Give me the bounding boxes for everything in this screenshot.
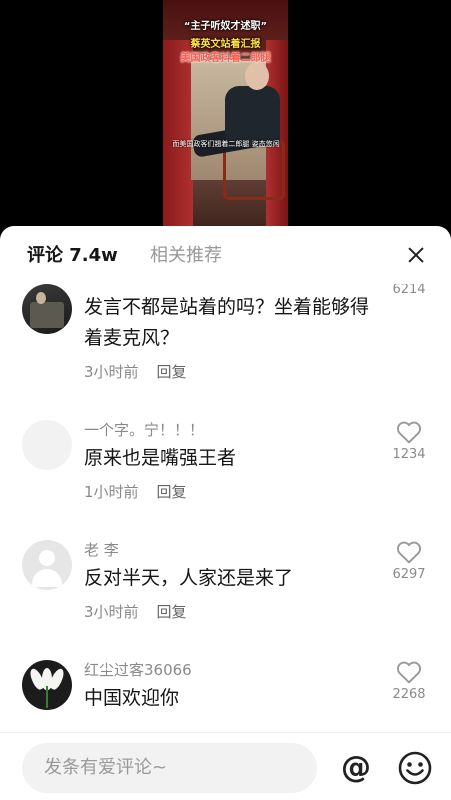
comment-text: 原来也是嘴强王者	[84, 447, 237, 469]
default-avatar-icon	[32, 569, 62, 587]
avatar[interactable]	[22, 284, 72, 334]
heart-icon	[396, 661, 422, 684]
close-icon[interactable]	[403, 242, 429, 268]
like-button[interactable]: 1234	[389, 420, 429, 462]
video-subtitle: 而美国政客们翘着二郎腿 姿态悠闲	[172, 140, 280, 148]
reply-button[interactable]: 回复	[157, 483, 187, 501]
avatar[interactable]	[22, 540, 72, 590]
avatar-photo-detail	[36, 292, 46, 304]
video-caption-line2: 蔡英文站着汇报	[190, 39, 261, 50]
video-caption-line1: “主子听奴才述职”	[183, 21, 268, 32]
emoji-icon[interactable]	[397, 750, 433, 786]
like-count: 2268	[392, 687, 426, 702]
reply-button[interactable]: 回复	[157, 363, 187, 381]
comments-panel: 评论 7.4w 相关推荐 发言不都是站着的吗？坐着能够得着麦克风？ 3小时前 回复…	[0, 226, 451, 800]
avatar[interactable]	[22, 420, 72, 470]
comment-username[interactable]: 一个字。宁！！！	[84, 420, 204, 440]
like-count: 6214	[392, 284, 426, 297]
video-player[interactable]: “主子听奴才述职” 蔡英文站着汇报 美国政客抖着二郎腿 而美国政客们翘着二郎腿 …	[0, 0, 451, 236]
video-caption-line3: 美国政客抖着二郎腿	[180, 53, 271, 64]
comments-count: 7.4w	[69, 245, 118, 266]
comment-username[interactable]: 红尘过客36066	[84, 660, 192, 680]
comment-text: 发言不都是站着的吗？坐着能够得着麦克风？	[84, 296, 370, 349]
heart-icon	[396, 421, 422, 444]
comments-tab-label: 评论	[27, 245, 63, 266]
like-count: 1234	[392, 447, 426, 462]
tab-related[interactable]: 相关推荐	[150, 245, 222, 267]
avatar-photo-detail	[30, 302, 64, 328]
heart-icon	[396, 541, 422, 564]
video-person-head	[245, 62, 269, 90]
comment-time: 1小时前	[84, 483, 139, 501]
like-button[interactable]: 2268	[389, 660, 429, 702]
comment-meta: 1小时前 回复	[84, 482, 187, 502]
comment-time: 3小时前	[84, 603, 139, 621]
comments-header: 评论 7.4w 相关推荐	[0, 226, 451, 284]
like-button[interactable]: 6214	[389, 284, 429, 297]
comment-text: 中国欢迎你	[84, 687, 180, 709]
flower-stem	[46, 686, 48, 708]
avatar[interactable]	[22, 660, 72, 710]
reply-button[interactable]: 回复	[157, 603, 187, 621]
comment-text: 反对半天，人家还是来了	[84, 567, 294, 589]
like-button[interactable]: 6297	[389, 540, 429, 582]
comment-meta: 3小时前 回复	[84, 362, 187, 382]
comment-input-bar: 发条有爱评论~ @	[0, 732, 451, 800]
comment-input[interactable]: 发条有爱评论~	[22, 743, 317, 793]
tab-comments[interactable]: 评论 7.4w	[27, 245, 118, 267]
video-frame[interactable]: “主子听奴才述职” 蔡英文站着汇报 美国政客抖着二郎腿 而美国政客们翘着二郎腿 …	[163, 0, 288, 236]
video-person-body	[225, 86, 280, 146]
comment-meta: 3小时前 回复	[84, 602, 187, 622]
comment-username[interactable]: 老 李	[84, 540, 119, 560]
comment-list[interactable]: 发言不都是站着的吗？坐着能够得着麦克风？ 3小时前 回复 6214 一个字。宁！！…	[0, 284, 451, 732]
mention-icon[interactable]: @	[338, 750, 374, 786]
like-count: 6297	[392, 567, 426, 582]
comment-time: 3小时前	[84, 363, 139, 381]
video-curtain-left	[163, 40, 193, 236]
default-avatar-icon	[39, 550, 55, 566]
comment-input-placeholder: 发条有爱评论~	[44, 757, 168, 778]
